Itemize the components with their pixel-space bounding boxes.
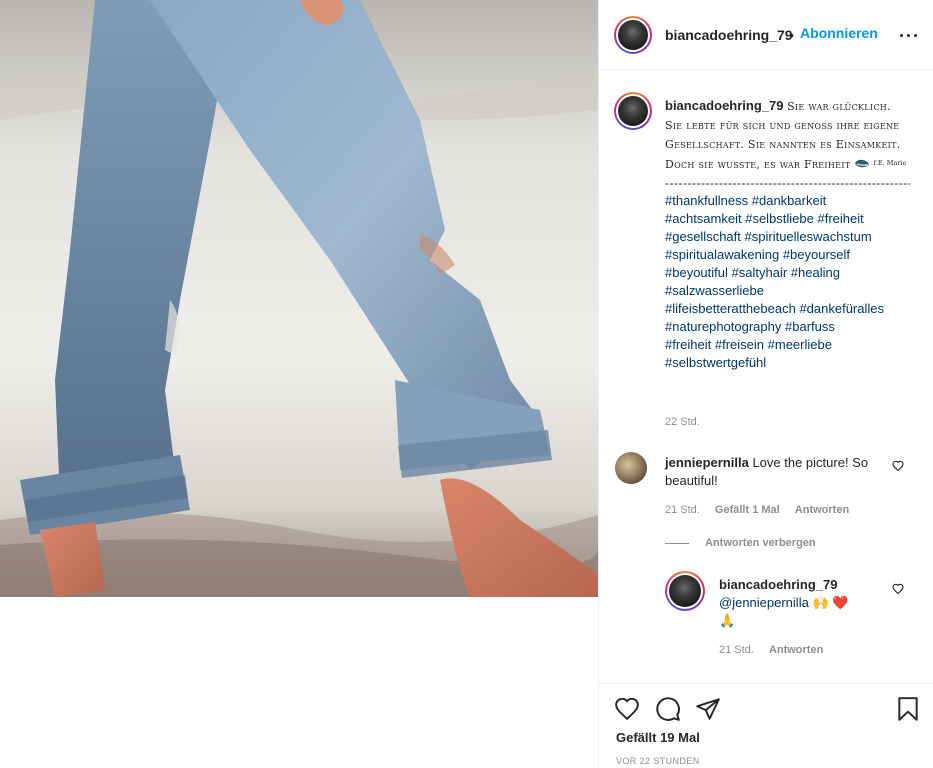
caption-attribution: f.E. Marie [873, 159, 907, 167]
reply-emoji-2: 🙏 [719, 613, 736, 628]
reply-mention[interactable]: @jenniepernilla [719, 595, 809, 610]
reply-text: biancadoehring_79 @jenniepernilla 🙌 ❤️ 🙏 [719, 576, 884, 630]
like-heart-icon[interactable] [613, 696, 641, 724]
hide-replies-toggle[interactable]: Antworten verbergen [665, 537, 816, 549]
whale-emoji-icon [855, 159, 870, 168]
photo-background [0, 597, 598, 768]
instagram-post: biancadoehring_79 • Abonnieren biancadoe… [0, 0, 933, 768]
hashtag[interactable]: #barfuss [785, 319, 835, 334]
reply-emoji: 🙌 ❤️ [812, 595, 849, 610]
hashtag[interactable]: #achtsamkeit [665, 211, 742, 226]
comment-bubble-icon[interactable] [654, 696, 682, 724]
more-options-icon[interactable] [897, 27, 921, 43]
hashtag[interactable]: #spirituelleswachstum [745, 229, 872, 244]
reply-meta: 21 Std. Antworten [719, 644, 835, 656]
hashtag[interactable]: #beyoutiful [665, 265, 728, 280]
hashtag[interactable]: #gesellschaft [665, 229, 741, 244]
post-actions: Gefällt 19 Mal VOR 22 STUNDEN [599, 683, 933, 768]
reply-reply-button[interactable]: Antworten [769, 644, 823, 656]
like-count[interactable]: Gefällt 19 Mal [616, 730, 700, 745]
separator-dot: • [789, 27, 794, 43]
save-bookmark-icon[interactable] [894, 696, 922, 724]
caption-username[interactable]: biancadoehring_79 [665, 98, 783, 113]
hashtag[interactable]: #salzwasserliebe [665, 283, 764, 298]
author-username[interactable]: biancadoehring_79 [665, 27, 793, 43]
replies-line [665, 542, 689, 544]
follow-button[interactable]: Abonnieren [800, 25, 878, 41]
share-paper-plane-icon[interactable] [694, 696, 722, 724]
hashtag[interactable]: #freiheit [665, 337, 711, 352]
hashtag[interactable]: #dankbarkeit [752, 193, 826, 208]
hide-replies-label: Antworten verbergen [705, 537, 816, 549]
comment-meta: 21 Std. Gefällt 1 Mal Antworten [665, 504, 861, 516]
commenter-avatar[interactable] [615, 452, 647, 484]
reply-button[interactable]: Antworten [795, 504, 849, 516]
caption-author-avatar[interactable] [614, 92, 652, 130]
hashtag[interactable]: #dankefüralles [799, 301, 884, 316]
hashtag[interactable]: #thankfullness [665, 193, 748, 208]
caption-timestamp[interactable]: 22 Std. [665, 416, 700, 428]
reply-username[interactable]: biancadoehring_79 [719, 577, 837, 592]
comment-username[interactable]: jenniepernilla [665, 455, 749, 470]
post-date[interactable]: VOR 22 STUNDEN [616, 756, 700, 766]
hashtag[interactable]: #selbstwertgefühl [665, 355, 766, 370]
hashtag[interactable]: #selbstliebe [745, 211, 814, 226]
reply-timestamp[interactable]: 21 Std. [719, 644, 754, 656]
post-header: biancadoehring_79 • Abonnieren [599, 0, 933, 70]
comments-section[interactable]: biancadoehring_79 Sie war glücklich. Sie… [599, 71, 933, 683]
post-photo[interactable] [0, 0, 598, 597]
hashtag[interactable]: #beyourself [783, 247, 850, 262]
hashtag[interactable]: #healing [791, 265, 840, 280]
hashtag[interactable]: #freisein [715, 337, 764, 352]
post-sidebar: biancadoehring_79 • Abonnieren biancadoe… [598, 0, 933, 768]
comment-like-count[interactable]: Gefällt 1 Mal [715, 504, 780, 516]
reply-like-heart-icon[interactable] [891, 583, 905, 597]
caption-text: biancadoehring_79 Sie war glücklich. Sie… [665, 97, 910, 372]
comment-timestamp[interactable]: 21 Std. [665, 504, 700, 516]
hashtag[interactable]: #naturephotography [665, 319, 781, 334]
author-avatar[interactable] [614, 16, 652, 54]
hashtag[interactable]: #saltyhair [732, 265, 788, 280]
comment-like-heart-icon[interactable] [891, 460, 905, 474]
hashtag[interactable]: #spiritualawakening [665, 247, 779, 262]
hashtag[interactable]: #lifeisbetteratthebeach [665, 301, 796, 316]
comment-text: jenniepernilla Love the picture! So beau… [665, 454, 880, 490]
hashtag[interactable]: #freiheit [818, 211, 864, 226]
hashtag-list: #thankfullness #dankbarkeit #achtsamkeit… [665, 192, 910, 372]
caption-divider: ----------------------------------------… [665, 176, 910, 190]
beach-jeans-image [0, 0, 598, 597]
hashtag[interactable]: #meerliebe [768, 337, 832, 352]
reply-author-avatar[interactable] [665, 571, 705, 611]
